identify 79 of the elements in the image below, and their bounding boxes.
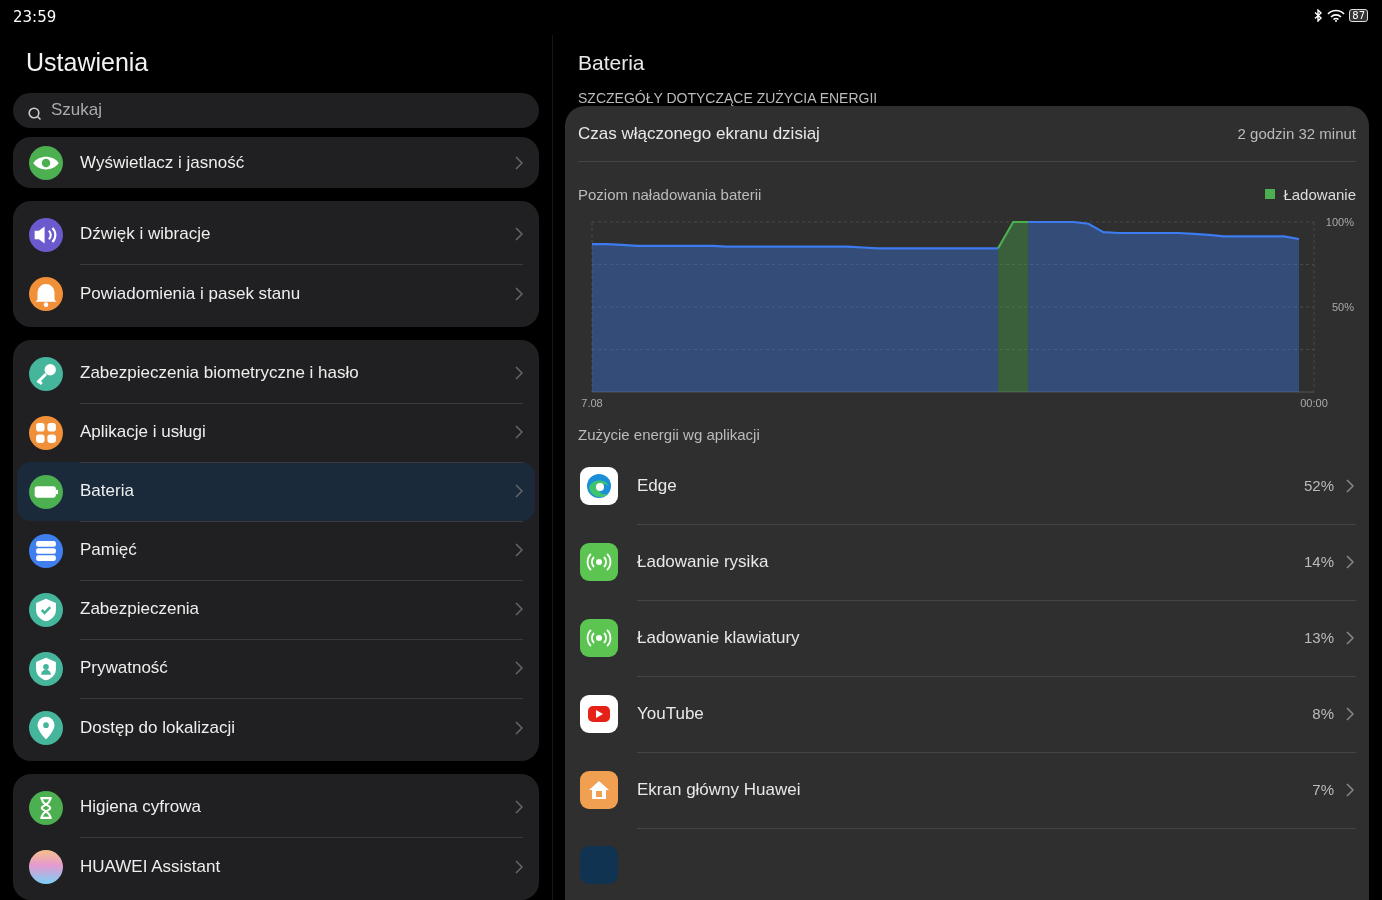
bluetooth-icon: [1314, 9, 1324, 22]
usage-percent: 7%: [1312, 781, 1334, 798]
chevron-icon: [1346, 554, 1354, 569]
settings-item[interactable]: Aplikacje i usługi: [17, 403, 535, 462]
item-label: Wyświetlacz i jasność: [80, 152, 245, 173]
chevron-icon: [515, 484, 523, 498]
settings-item[interactable]: Bateria: [17, 462, 535, 521]
app-name: Ekran główny Huawei: [637, 779, 802, 800]
chart-title: Poziom naładowania baterii: [578, 185, 762, 203]
chevron-icon: [1346, 478, 1354, 493]
usage-percent: 8%: [1312, 705, 1334, 722]
item-label: Powiadomienia i pasek stanu: [80, 283, 301, 304]
chevron-icon: [515, 602, 523, 616]
screen-time-value: 2 godzin 32 minut: [1237, 125, 1356, 142]
screen-time-label: Czas włączonego ekranu dzisiaj: [578, 123, 820, 144]
app-usage-item[interactable]: Edge 52%: [578, 448, 1356, 524]
section-heading: Zużycie energii wg aplikacji: [578, 426, 761, 445]
app-usage-item[interactable]: Ekran główny Huawei 7%: [578, 752, 1356, 828]
app-name: Ładowanie rysika: [637, 551, 770, 572]
chevron-icon: [1346, 630, 1354, 645]
chevron-icon: [515, 227, 523, 241]
settings-item[interactable]: Zabezpieczenia: [17, 580, 535, 639]
chevron-icon: [515, 720, 523, 735]
chevron-icon: [515, 366, 523, 380]
chevron-icon: [515, 859, 523, 874]
wireless-signal-app-icon: [580, 619, 618, 657]
clock: 23:59: [13, 8, 57, 26]
settings-item[interactable]: Dostęp do lokalizacji: [17, 698, 535, 757]
app-usage-item[interactable]: Ładowanie rysika 14%: [578, 524, 1356, 600]
settings-item[interactable]: HUAWEI Assistant: [17, 837, 535, 896]
chevron-icon: [515, 155, 523, 170]
app-name: Edge: [637, 475, 678, 496]
item-label: Dźwięk i wibracje: [80, 224, 211, 244]
settings-item[interactable]: Wyświetlacz i jasność: [17, 137, 535, 188]
x-tick-label: 00:00: [1300, 397, 1328, 409]
section-heading: SZCZEGÓŁY DOTYCZĄCE ZUŻYCIA ENERGII: [578, 90, 879, 106]
item-label: Zabezpieczenia biometryczne i hasło: [80, 363, 359, 383]
chevron-icon: [515, 800, 523, 814]
chevron-icon: [515, 661, 523, 675]
page-title: Bateria: [578, 51, 646, 75]
usage-percent: 13%: [1303, 629, 1334, 646]
usage-percent: 52%: [1303, 477, 1334, 494]
settings-item[interactable]: Zabezpieczenia biometryczne i hasło: [17, 344, 535, 403]
item-label: Higiena cyfrowa: [80, 797, 201, 817]
x-tick-label: 7.08: [581, 397, 603, 409]
chevron-icon: [515, 286, 523, 301]
play-button-app-icon: [580, 695, 618, 733]
wifi-icon: [1327, 9, 1346, 22]
y-tick-label: 100%: [1325, 216, 1354, 228]
settings-item[interactable]: Pamięć: [17, 521, 535, 580]
usage-percent: 14%: [1303, 553, 1334, 570]
search-field[interactable]: Szukaj: [13, 92, 539, 128]
item-label: HUAWEI Assistant: [80, 856, 221, 877]
chevron-icon: [1346, 782, 1354, 797]
legend-label: Ładowanie: [1283, 185, 1356, 203]
chevron-icon: [515, 543, 523, 557]
item-label: Prywatność: [80, 658, 168, 678]
item-label: Dostęp do lokalizacji: [80, 717, 235, 738]
browser-app-icon: [580, 467, 618, 505]
settings-item[interactable]: Dźwięk i wibracje: [17, 205, 535, 264]
app-usage-item[interactable]: Ładowanie klawiatury 13%: [578, 600, 1356, 676]
item-label: Zabezpieczenia: [80, 599, 200, 619]
app-name: Ładowanie klawiatury: [637, 627, 801, 648]
settings-item[interactable]: Higiena cyfrowa: [17, 778, 535, 837]
app-name: YouTube: [637, 703, 705, 724]
house-app-icon: [580, 771, 618, 809]
settings-item[interactable]: Prywatność: [17, 639, 535, 698]
chevron-icon: [1346, 706, 1354, 721]
page-title: Ustawienia: [26, 48, 150, 78]
item-label: Bateria: [80, 481, 134, 501]
wireless-signal-app-icon: [580, 543, 618, 581]
chevron-icon: [515, 425, 523, 439]
y-tick-label: 50%: [1331, 301, 1354, 313]
item-label: Aplikacje i usługi: [80, 422, 206, 442]
battery-indicator: 87: [1349, 9, 1368, 22]
item-label: Pamięć: [80, 540, 137, 560]
app-icon: [580, 846, 618, 884]
settings-item[interactable]: Powiadomienia i pasek stanu: [17, 264, 535, 323]
app-usage-item[interactable]: YouTube 8%: [578, 676, 1356, 752]
